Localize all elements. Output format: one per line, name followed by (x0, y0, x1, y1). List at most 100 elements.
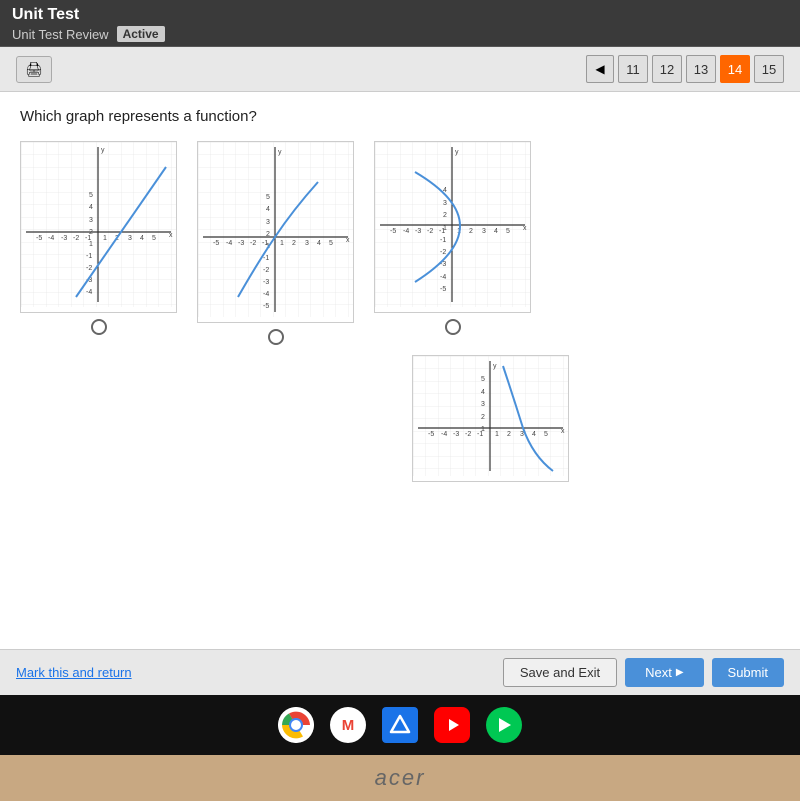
svg-text:-1: -1 (439, 228, 445, 235)
svg-text:-2: -2 (440, 249, 446, 256)
graphs-row-2: y x 5 4 3 2 1 -5 -4 -3 -2 -1 1 (200, 355, 780, 482)
submit-button[interactable]: Submit (712, 658, 784, 687)
graph-option-b: y x 5 4 3 2 1 -1 -2 -3 -4 -5 -5 (197, 141, 354, 345)
page-navigation: ◀ 11 12 13 14 15 (586, 55, 784, 83)
svg-text:-4: -4 (263, 291, 269, 298)
svg-text:x: x (169, 232, 173, 239)
svg-text:5: 5 (152, 235, 156, 242)
radio-b[interactable] (268, 329, 284, 345)
svg-text:3: 3 (305, 240, 309, 247)
radio-a[interactable] (91, 319, 107, 335)
svg-text:3: 3 (482, 228, 486, 235)
svg-text:-2: -2 (250, 240, 256, 247)
next-button[interactable]: Next (625, 658, 703, 687)
svg-text:-2: -2 (427, 228, 433, 235)
svg-text:1: 1 (495, 431, 499, 438)
svg-text:-3: -3 (61, 235, 67, 242)
acer-brand: acer (0, 755, 800, 801)
svg-text:y: y (455, 149, 459, 156)
svg-text:3: 3 (481, 401, 485, 408)
graph-a: y x 5 4 3 2 1 -1 -2 -3 -4 (20, 141, 177, 313)
graph-option-a: y x 5 4 3 2 1 -1 -2 -3 -4 (20, 141, 177, 345)
svg-text:-2: -2 (465, 431, 471, 438)
breadcrumb: Unit Test Review (12, 27, 109, 42)
youtube-icon[interactable] (434, 707, 470, 743)
svg-text:x: x (346, 237, 350, 244)
svg-text:-5: -5 (390, 228, 396, 235)
svg-text:-4: -4 (441, 431, 447, 438)
graphs-row: y x 5 4 3 2 1 -1 -2 -3 -4 (20, 141, 780, 345)
graph-b: y x 5 4 3 2 1 -1 -2 -3 -4 -5 -5 (197, 141, 354, 323)
svg-text:-4: -4 (48, 235, 54, 242)
google-drive-icon[interactable] (382, 707, 418, 743)
svg-text:x: x (561, 428, 565, 435)
svg-text:2: 2 (266, 231, 270, 238)
content-area: 🖨 ◀ 11 12 13 14 15 Which graph represent… (0, 47, 800, 695)
svg-text:4: 4 (140, 235, 144, 242)
svg-text:2: 2 (481, 414, 485, 421)
page-12[interactable]: 12 (652, 55, 682, 83)
svg-text:2: 2 (292, 240, 296, 247)
svg-text:3: 3 (520, 431, 524, 438)
svg-text:-4: -4 (403, 228, 409, 235)
svg-text:5: 5 (266, 194, 270, 201)
svg-text:y: y (278, 149, 282, 156)
svg-text:-2: -2 (73, 235, 79, 242)
svg-text:1: 1 (103, 235, 107, 242)
svg-text:-3: -3 (263, 279, 269, 286)
page-14[interactable]: 14 (720, 55, 750, 83)
top-bar: Unit Test Unit Test Review Active (0, 0, 800, 47)
play-store-icon[interactable] (486, 707, 522, 743)
svg-text:4: 4 (317, 240, 321, 247)
svg-text:-4: -4 (86, 289, 92, 296)
action-buttons: Save and Exit Next Submit (503, 658, 784, 687)
svg-text:3: 3 (443, 200, 447, 207)
svg-text:-1: -1 (86, 253, 92, 260)
svg-text:1: 1 (280, 240, 284, 247)
svg-text:3: 3 (266, 219, 270, 226)
svg-text:-5: -5 (213, 240, 219, 247)
svg-text:5: 5 (329, 240, 333, 247)
page-13[interactable]: 13 (686, 55, 716, 83)
radio-c[interactable] (445, 319, 461, 335)
svg-text:4: 4 (266, 206, 270, 213)
page-title: Unit Test (12, 4, 788, 26)
mark-return-link[interactable]: Mark this and return (16, 665, 132, 680)
print-button[interactable]: 🖨 (16, 56, 52, 83)
svg-text:-3: -3 (453, 431, 459, 438)
svg-text:-1: -1 (85, 235, 91, 242)
svg-text:-1: -1 (440, 237, 446, 244)
svg-text:2: 2 (469, 228, 473, 235)
svg-text:4: 4 (89, 204, 93, 211)
graph-c: y x 4 3 2 1 -1 -2 -3 -4 -5 -5 -4 (374, 141, 531, 313)
svg-text:-2: -2 (263, 267, 269, 274)
svg-text:-4: -4 (440, 274, 446, 281)
svg-text:5: 5 (89, 192, 93, 199)
svg-text:-5: -5 (440, 286, 446, 293)
svg-text:-1: -1 (262, 240, 268, 247)
svg-text:5: 5 (481, 376, 485, 383)
page-15[interactable]: 15 (754, 55, 784, 83)
save-exit-button[interactable]: Save and Exit (503, 658, 617, 687)
svg-text:x: x (523, 225, 527, 232)
svg-text:-3: -3 (238, 240, 244, 247)
svg-text:5: 5 (506, 228, 510, 235)
svg-text:-1: -1 (263, 255, 269, 262)
svg-text:y: y (101, 147, 105, 154)
graph-d: y x 5 4 3 2 1 -5 -4 -3 -2 -1 1 (412, 355, 569, 482)
screen: Unit Test Unit Test Review Active 🖨 ◀ 11… (0, 0, 800, 755)
page-11[interactable]: 11 (618, 55, 648, 83)
svg-text:-3: -3 (415, 228, 421, 235)
gmail-icon[interactable]: M (330, 707, 366, 743)
svg-text:-5: -5 (36, 235, 42, 242)
svg-text:y: y (493, 363, 497, 370)
svg-text:2: 2 (507, 431, 511, 438)
chrome-icon[interactable] (278, 707, 314, 743)
svg-text:-5: -5 (263, 303, 269, 310)
svg-text:-1: -1 (477, 431, 483, 438)
prev-page-button[interactable]: ◀ (586, 55, 614, 83)
graph-option-c: y x 4 3 2 1 -1 -2 -3 -4 -5 -5 -4 (374, 141, 531, 345)
action-bar: Mark this and return Save and Exit Next … (0, 649, 800, 695)
svg-text:3: 3 (128, 235, 132, 242)
question-text: Which graph represents a function? (20, 108, 780, 125)
